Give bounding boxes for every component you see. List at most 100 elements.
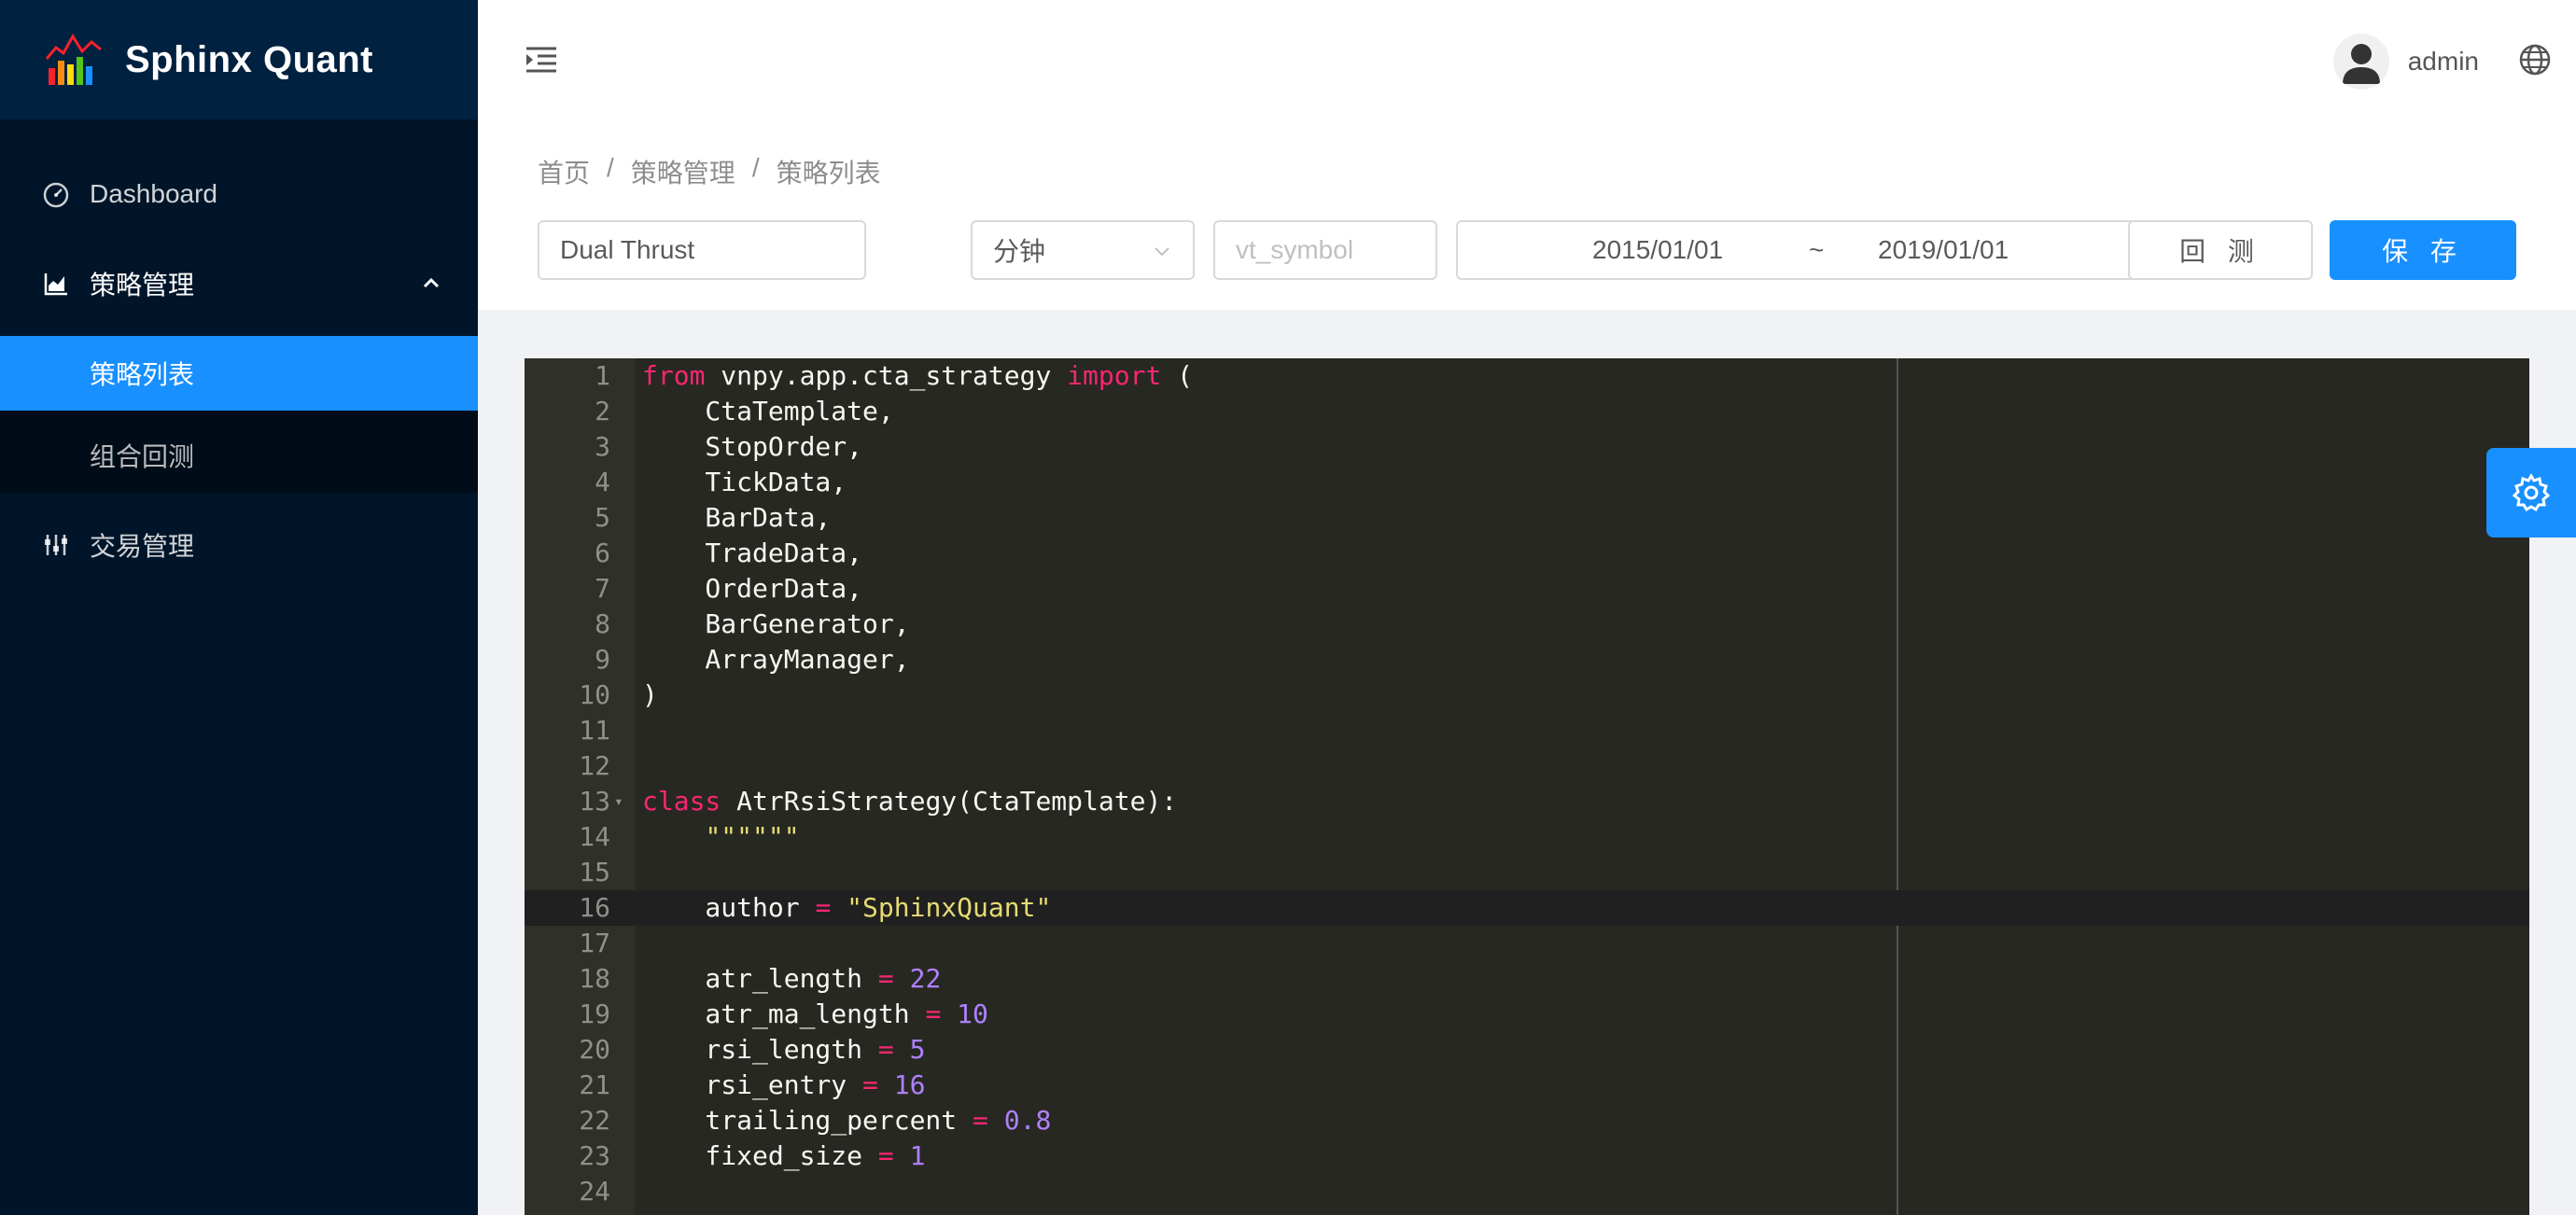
code-line[interactable]: 19 atr_ma_length = 10 xyxy=(525,997,2529,1032)
backtest-button[interactable]: 回 测 xyxy=(2128,220,2313,280)
code-line[interactable]: 6 TradeData, xyxy=(525,536,2529,571)
chevron-down-icon xyxy=(1155,247,1169,257)
code-line[interactable]: 24 xyxy=(525,1174,2529,1209)
line-number: 24 xyxy=(579,1176,610,1207)
sidebar-item-label: Dashboard xyxy=(90,179,217,208)
breadcrumb-separator: / xyxy=(751,153,760,182)
code-line[interactable]: 22 trailing_percent = 0.8 xyxy=(525,1103,2529,1138)
line-number: 5 xyxy=(595,502,610,533)
line-number: 1 xyxy=(595,360,610,391)
code-line[interactable]: 4 TickData, xyxy=(525,465,2529,500)
line-number: 13 xyxy=(579,786,610,817)
avatar xyxy=(2332,34,2389,90)
line-number: 22 xyxy=(579,1105,610,1136)
logo-icon xyxy=(45,34,102,85)
code-line[interactable]: 10) xyxy=(525,677,2529,713)
strategy-name-field[interactable] xyxy=(538,220,866,280)
line-number: 16 xyxy=(579,892,610,923)
line-number: 12 xyxy=(579,750,610,781)
line-number: 15 xyxy=(579,857,610,887)
code-text: TradeData, xyxy=(642,538,863,568)
strategy-name-input[interactable] xyxy=(539,235,864,265)
code-line[interactable]: 5 BarData, xyxy=(525,500,2529,536)
sidebar: Sphinx Quant Dashboard 策略管理 策略列表 组合回测 交易… xyxy=(0,0,478,1215)
code-text: OrderData, xyxy=(642,573,863,604)
breadcrumb-strategy-management[interactable]: 策略管理 xyxy=(631,153,735,190)
line-number: 2 xyxy=(595,396,610,426)
sidebar-item-label: 组合回测 xyxy=(90,442,195,471)
sidebar-item-portfolio-backtest[interactable]: 组合回测 xyxy=(0,418,478,493)
code-line[interactable]: 1 from vnpy.app.cta_strategy import ( xyxy=(525,358,2529,394)
interval-select[interactable]: 分钟 xyxy=(971,220,1195,280)
line-number: 20 xyxy=(579,1034,610,1065)
code-line[interactable]: 17 xyxy=(525,926,2529,961)
code-text: rsi_length = 5 xyxy=(642,1034,926,1065)
code-line[interactable]: 16 author = "SphinxQuant" xyxy=(525,890,2529,926)
code-line[interactable]: 21 rsi_entry = 16 xyxy=(525,1068,2529,1103)
breadcrumb: 首页 / 策略管理 / 策略列表 xyxy=(538,153,881,190)
save-button[interactable]: 保 存 xyxy=(2330,220,2516,280)
sidebar-item-strategy-list[interactable]: 策略列表 xyxy=(0,336,478,411)
code-line[interactable]: 20 rsi_length = 5 xyxy=(525,1032,2529,1068)
username: admin xyxy=(2407,47,2479,76)
line-number: 7 xyxy=(595,573,610,604)
breadcrumb-home[interactable]: 首页 xyxy=(538,153,590,190)
settings-drawer-handle[interactable] xyxy=(2486,448,2576,538)
code-editor[interactable]: 1 from vnpy.app.cta_strategy import (2 Ct… xyxy=(525,358,2529,1215)
code-line[interactable]: 14 """""" xyxy=(525,819,2529,855)
sidebar-item-strategy-management[interactable]: 策略管理 xyxy=(0,239,478,328)
user-menu[interactable]: admin xyxy=(2332,34,2479,90)
sidebar-item-label: 策略管理 xyxy=(90,271,195,300)
start-date[interactable]: 2015/01/01 xyxy=(1592,235,1723,265)
breadcrumb-separator: / xyxy=(607,153,614,182)
top-header: admin xyxy=(478,0,2576,119)
code-text: BarData, xyxy=(642,502,832,533)
menu-fold-icon[interactable] xyxy=(523,41,560,78)
code-text: atr_length = 22 xyxy=(642,963,942,994)
code-line[interactable]: 12 xyxy=(525,748,2529,784)
code-line[interactable]: 9 ArrayManager, xyxy=(525,642,2529,677)
app-name: Sphinx Quant xyxy=(125,38,373,80)
code-text: """""" xyxy=(705,821,800,852)
line-number: 23 xyxy=(579,1140,610,1171)
sidebar-item-dashboard[interactable]: Dashboard xyxy=(0,149,478,239)
code-line[interactable]: 18 atr_length = 22 xyxy=(525,961,2529,997)
code-line[interactable]: 2 CtaTemplate, xyxy=(525,394,2529,429)
code-line[interactable]: 7 OrderData, xyxy=(525,571,2529,607)
sidebar-menu: Dashboard 策略管理 策略列表 组合回测 交易管理 xyxy=(0,149,478,590)
code-text: CtaTemplate, xyxy=(642,396,894,426)
gear-icon xyxy=(2512,473,2551,512)
line-number: 19 xyxy=(579,999,610,1029)
user-icon xyxy=(2342,44,2380,84)
date-range-picker[interactable]: 2015/01/01 ~ 2019/01/01 xyxy=(1456,220,2195,280)
end-date[interactable]: 2019/01/01 xyxy=(1878,235,2009,265)
symbol-field[interactable] xyxy=(1213,220,1437,280)
code-line[interactable]: 8 BarGenerator, xyxy=(525,607,2529,642)
code-text: ) xyxy=(642,679,658,710)
code-text: class AtrRsiStrategy(CtaTemplate): xyxy=(642,786,1178,817)
language-globe-icon[interactable] xyxy=(2516,41,2554,78)
fold-caret-icon[interactable]: ▾ xyxy=(614,784,623,819)
line-number: 10 xyxy=(579,679,610,710)
symbol-input[interactable] xyxy=(1215,235,1435,265)
line-number: 8 xyxy=(595,608,610,639)
code-line[interactable]: 3 StopOrder, xyxy=(525,429,2529,465)
area-chart-icon xyxy=(41,269,71,299)
code-line[interactable]: 11 xyxy=(525,713,2529,748)
page-toolbar: 首页 / 策略管理 / 策略列表 分钟 2015/01/01 ~ 2019/01… xyxy=(478,119,2576,310)
sidebar-item-trade-management[interactable]: 交易管理 xyxy=(0,500,478,590)
breadcrumb-strategy-list: 策略列表 xyxy=(776,159,881,188)
code-text: author = "SphinxQuant" xyxy=(642,892,1052,923)
line-number: 9 xyxy=(595,644,610,675)
code-line[interactable]: 23 fixed_size = 1 xyxy=(525,1138,2529,1174)
code-text: TickData, xyxy=(642,467,847,497)
line-number: 18 xyxy=(579,963,610,994)
code-text: trailing_percent = 0.8 xyxy=(642,1105,1052,1136)
code-text: fixed_size = 1 xyxy=(642,1140,926,1171)
line-number: 6 xyxy=(595,538,610,568)
code-line[interactable]: 13 ▾ class AtrRsiStrategy(CtaTemplate): xyxy=(525,784,2529,819)
code-line[interactable]: 15 xyxy=(525,855,2529,890)
code-text: from vnpy.app.cta_strategy import ( xyxy=(642,360,1194,391)
code-text: BarGenerator, xyxy=(642,608,910,639)
app-logo[interactable]: Sphinx Quant xyxy=(0,0,478,119)
